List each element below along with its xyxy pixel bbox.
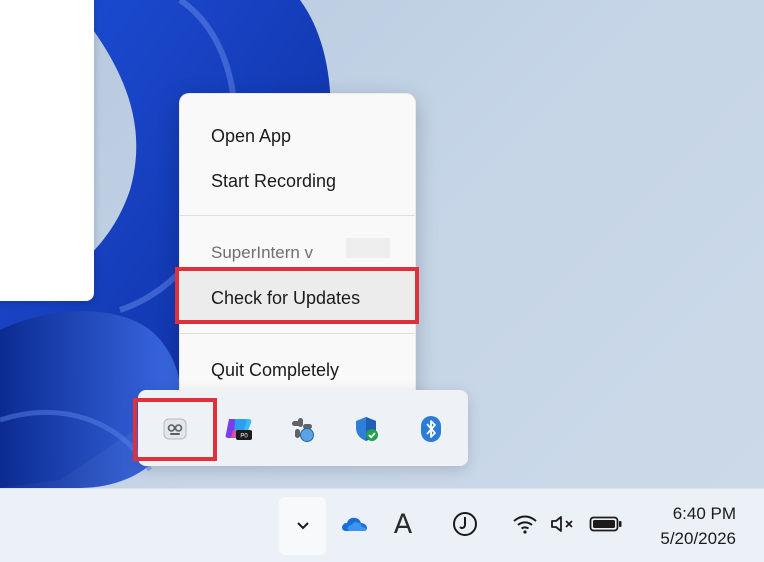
taskbar-clock[interactable]: 6:40 PM 5/20/2026 xyxy=(660,501,736,551)
bluetooth-icon[interactable] xyxy=(416,414,446,444)
onedrive-icon[interactable] xyxy=(340,509,368,539)
menu-item-check-for-updates[interactable]: Check for Updates xyxy=(180,278,415,318)
version-number-redaction xyxy=(326,238,390,258)
superintern-icon[interactable] xyxy=(160,414,190,444)
chevron-down-icon xyxy=(296,522,309,530)
svg-text:P0: P0 xyxy=(240,434,248,440)
menu-separator xyxy=(180,215,415,216)
volume-muted-icon[interactable] xyxy=(549,509,579,539)
clock-date: 5/20/2026 xyxy=(660,529,736,548)
copilot-icon[interactable]: P0 xyxy=(224,414,254,444)
app-window-panel xyxy=(0,0,94,301)
clock-app-icon[interactable] xyxy=(451,509,479,539)
tray-context-menu: Open App Start Recording SuperIntern v C… xyxy=(178,93,416,408)
menu-separator xyxy=(180,333,415,334)
windows-security-icon[interactable] xyxy=(352,414,382,444)
menu-item-open-app[interactable]: Open App xyxy=(180,116,415,156)
slack-icon[interactable] xyxy=(288,414,318,444)
battery-icon[interactable] xyxy=(589,509,623,539)
menu-item-start-recording[interactable]: Start Recording xyxy=(180,161,415,201)
menu-item-quit-completely[interactable]: Quit Completely xyxy=(180,350,415,390)
wifi-icon[interactable] xyxy=(511,509,539,539)
taskbar: A 6:40 PM 5/20/2026 xyxy=(0,488,764,562)
clock-time: 6:40 PM xyxy=(672,504,736,523)
tray-overflow-flyout: P0 xyxy=(138,390,468,466)
show-hidden-icons-button[interactable] xyxy=(279,497,326,555)
input-language-icon[interactable]: A xyxy=(390,509,416,540)
